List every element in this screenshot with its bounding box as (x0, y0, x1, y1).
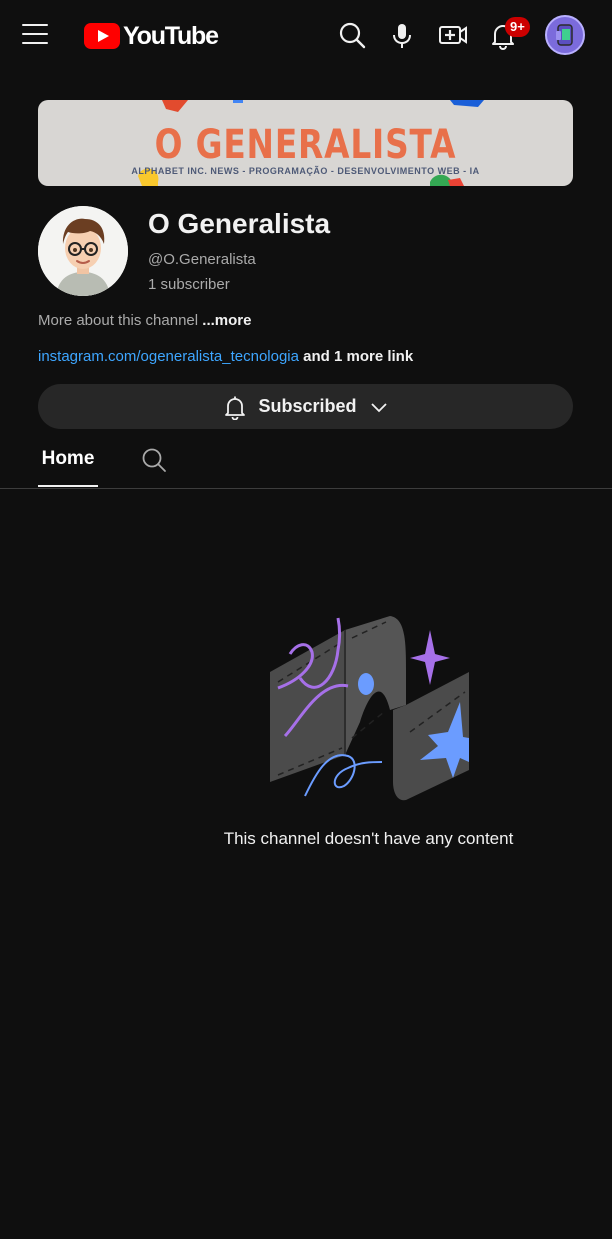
channel-links: instagram.com/ogeneralista_tecnologia an… (38, 348, 413, 365)
about-more-link[interactable]: ...more (202, 312, 251, 329)
play-logo-icon (84, 23, 120, 49)
channel-banner: O GENERALISTA ALPHABET INC. NEWS - PROGR… (38, 100, 573, 186)
chevron-down-icon (370, 402, 387, 412)
channel-name: O Generalista (148, 208, 331, 239)
bell-icon (225, 396, 246, 420)
top-app-bar: YouTube 9+ (0, 0, 612, 72)
subscribed-label: Subscribed (258, 396, 357, 416)
about-text: More about this channel (38, 312, 203, 329)
notification-badge: 9+ (505, 17, 530, 37)
tabs-divider (0, 488, 612, 489)
banner-title: O GENERALISTA (154, 122, 457, 168)
channel-about[interactable]: More about this channel ...more (38, 312, 251, 329)
more-links-button[interactable]: and 1 more link (299, 348, 413, 365)
banner-subtitle: ALPHABET INC. NEWS - PROGRAMAÇÃO - DESEN… (131, 166, 480, 176)
menu-icon[interactable] (22, 24, 48, 46)
channel-handle: @O.Generalista (148, 251, 256, 268)
empty-state-illustration (260, 610, 480, 810)
subscriber-count: 1 subscriber (148, 276, 230, 293)
instagram-link[interactable]: instagram.com/ogeneralista_tecnologia (38, 348, 299, 365)
logo-text: YouTube (123, 21, 219, 50)
empty-state-message: This channel doesn't have any content (223, 829, 514, 848)
mic-icon[interactable] (386, 19, 418, 51)
channel-avatar (38, 206, 128, 296)
channel-search-icon[interactable] (140, 446, 168, 474)
youtube-logo[interactable]: YouTube (84, 21, 219, 50)
tab-home[interactable]: Home (38, 446, 98, 487)
subscribed-button[interactable]: Subscribed (38, 384, 573, 429)
account-avatar[interactable] (545, 15, 585, 55)
search-icon[interactable] (336, 19, 368, 51)
create-video-icon[interactable] (437, 19, 469, 51)
